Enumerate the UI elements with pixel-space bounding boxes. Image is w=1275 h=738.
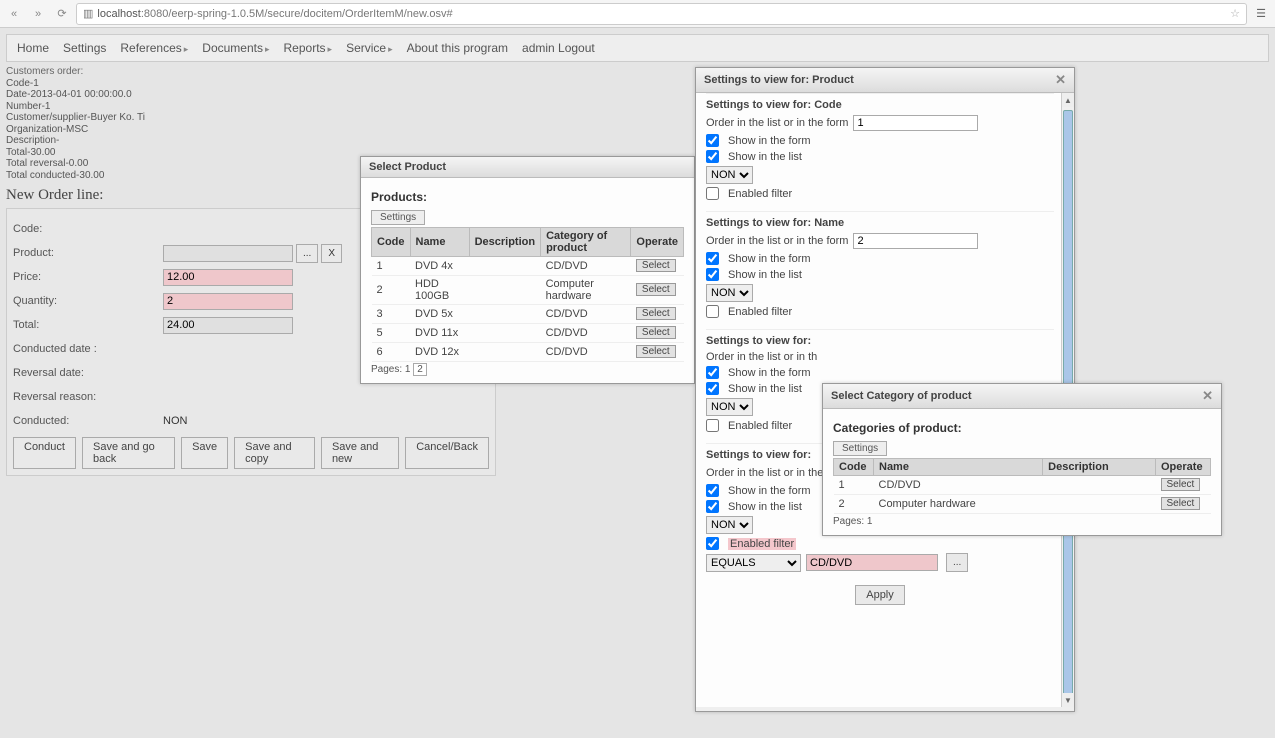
show-form-4[interactable] xyxy=(706,484,719,497)
menu-home[interactable]: Home xyxy=(17,41,49,55)
filter-lookup-4[interactable]: ... xyxy=(946,553,968,572)
menu-references[interactable]: References▸ xyxy=(120,41,188,55)
cancel-button[interactable]: Cancel/Back xyxy=(405,437,489,469)
price-field[interactable] xyxy=(163,269,293,286)
save-new-button[interactable]: Save and new xyxy=(321,437,399,469)
table-row: 1CD/DVDSelect xyxy=(834,476,1211,495)
filter-op-4[interactable]: EQUALS xyxy=(706,554,801,572)
select-category-2[interactable]: Select xyxy=(1161,497,1201,510)
filter-enabled-name[interactable] xyxy=(706,305,719,318)
browser-menu-icon[interactable]: ☰ xyxy=(1251,7,1271,20)
table-row: 2HDD 100GBComputer hardwareSelect xyxy=(372,276,684,305)
table-row: 2Computer hardwareSelect xyxy=(834,495,1211,514)
url-path: :8080/eerp-spring-1.0.5M/secure/docitem/… xyxy=(141,8,453,20)
url-host: localhost xyxy=(97,8,140,20)
filter-enabled-code[interactable] xyxy=(706,187,719,200)
back-button[interactable]: « xyxy=(4,4,24,24)
menu-logout[interactable]: admin Logout xyxy=(522,41,595,55)
scroll-down-icon[interactable]: ▼ xyxy=(1062,693,1074,707)
menu-settings[interactable]: Settings xyxy=(63,41,106,55)
category-pager: Pages: 1 xyxy=(833,516,1211,527)
products-table: Code Name Description Category of produc… xyxy=(371,227,684,362)
bookmark-star-icon[interactable]: ☆ xyxy=(1230,7,1240,20)
table-row: 5DVD 11xCD/DVDSelect xyxy=(372,324,684,343)
filter-value-4[interactable] xyxy=(806,554,938,571)
menu-about[interactable]: About this program xyxy=(407,41,508,55)
app-menubar: Home Settings References▸ Documents▸ Rep… xyxy=(6,34,1269,62)
url-bar[interactable]: ▥ localhost :8080/eerp-spring-1.0.5M/sec… xyxy=(76,3,1247,25)
select-product-5[interactable]: Select xyxy=(636,326,676,339)
show-form-3[interactable] xyxy=(706,366,719,379)
product-field[interactable] xyxy=(163,245,293,262)
view-settings-titlebar[interactable]: Settings to view for: Product ✕ xyxy=(696,68,1074,93)
order-dir-name[interactable]: NON xyxy=(706,284,753,302)
product-clear-button[interactable]: X xyxy=(321,244,342,263)
category-settings-tab[interactable]: Settings xyxy=(833,441,887,456)
filter-enabled-3[interactable] xyxy=(706,419,719,432)
menu-service[interactable]: Service▸ xyxy=(346,41,393,55)
apply-button[interactable]: Apply xyxy=(855,585,905,605)
select-product-6[interactable]: Select xyxy=(636,345,676,358)
show-list-name[interactable] xyxy=(706,268,719,281)
show-list-3[interactable] xyxy=(706,382,719,395)
conducted-value: NON xyxy=(163,415,187,427)
product-pager: Pages: 1 2 xyxy=(371,364,684,375)
save-button[interactable]: Save xyxy=(181,437,228,469)
select-product-3[interactable]: Select xyxy=(636,307,676,320)
scroll-up-icon[interactable]: ▲ xyxy=(1062,93,1074,107)
save-go-back-button[interactable]: Save and go back xyxy=(82,437,175,469)
filter-enabled-4[interactable] xyxy=(706,537,719,550)
show-form-code[interactable] xyxy=(706,134,719,147)
close-icon[interactable]: ✕ xyxy=(1055,72,1066,88)
select-product-1[interactable]: Select xyxy=(636,259,676,272)
categories-table: Code Name Description Operate 1CD/DVDSel… xyxy=(833,458,1211,514)
show-list-4[interactable] xyxy=(706,500,719,513)
quantity-field[interactable] xyxy=(163,293,293,310)
menu-documents[interactable]: Documents▸ xyxy=(202,41,269,55)
save-copy-button[interactable]: Save and copy xyxy=(234,437,315,469)
browser-toolbar: « » ⟳ ▥ localhost :8080/eerp-spring-1.0.… xyxy=(0,0,1275,28)
select-product-2[interactable]: Select xyxy=(636,283,676,296)
product-lookup-button[interactable]: ... xyxy=(296,244,318,263)
conduct-button[interactable]: Conduct xyxy=(13,437,76,469)
select-product-dialog: Select Product Products: Settings Code N… xyxy=(360,156,695,384)
forward-button[interactable]: » xyxy=(28,4,48,24)
page-2[interactable]: 2 xyxy=(413,363,427,376)
product-settings-tab[interactable]: Settings xyxy=(371,210,425,225)
page-1[interactable]: 1 xyxy=(405,364,411,375)
show-list-code[interactable] xyxy=(706,150,719,163)
menu-reports[interactable]: Reports▸ xyxy=(284,41,333,55)
table-row: 1DVD 4xCD/DVDSelect xyxy=(372,257,684,276)
table-row: 3DVD 5xCD/DVDSelect xyxy=(372,305,684,324)
order-dir-3[interactable]: NON xyxy=(706,398,753,416)
reload-button[interactable]: ⟳ xyxy=(52,4,72,24)
show-form-name[interactable] xyxy=(706,252,719,265)
select-product-titlebar[interactable]: Select Product xyxy=(361,157,694,178)
select-category-titlebar[interactable]: Select Category of product ✕ xyxy=(823,384,1221,409)
total-field[interactable] xyxy=(163,317,293,334)
order-input-code[interactable] xyxy=(853,115,978,131)
order-summary-title: Customers order: xyxy=(6,66,1269,78)
order-input-name[interactable] xyxy=(853,233,978,249)
close-icon[interactable]: ✕ xyxy=(1202,388,1213,404)
select-category-1[interactable]: Select xyxy=(1161,478,1201,491)
select-category-dialog: Select Category of product ✕ Categories … xyxy=(822,383,1222,536)
order-dir-4[interactable]: NON xyxy=(706,516,753,534)
table-row: 6DVD 12xCD/DVDSelect xyxy=(372,343,684,362)
order-dir-code[interactable]: NON xyxy=(706,166,753,184)
